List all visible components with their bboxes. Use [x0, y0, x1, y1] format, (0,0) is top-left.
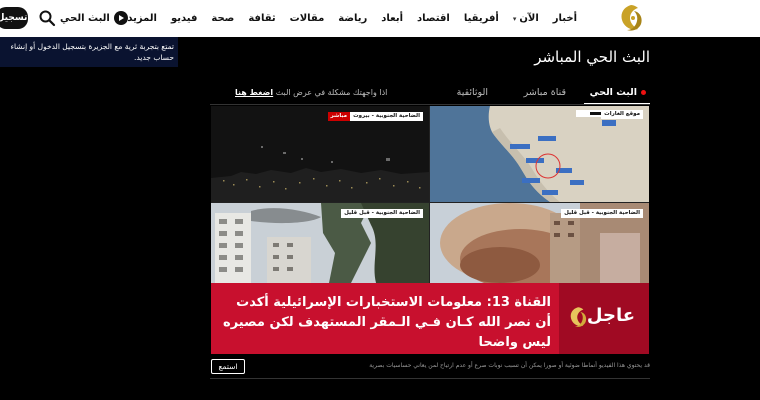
live-dot-icon: [641, 90, 646, 95]
listen-button[interactable]: استمع: [211, 359, 245, 374]
channel-label: مباشر الضاحية الجنوبية - بيروت: [327, 112, 423, 121]
live-badge: مباشر: [327, 112, 351, 121]
main-nav: أخبار الآن▾ أفريقيا اقتصاد أبعاد رياضة م…: [107, 0, 577, 37]
stream-problem-text: اذا واجهتك مشكلة في عرض البث: [275, 88, 388, 97]
live-stream-button[interactable]: البث الحي: [60, 9, 128, 27]
map-title: موقع الغارات: [601, 110, 643, 119]
nav-item-articles[interactable]: مقالات: [290, 13, 325, 24]
nav-item-video[interactable]: فيديو: [171, 13, 197, 24]
strike-locations-map: [430, 106, 649, 202]
top-navbar: أخبار الآن▾ أفريقيا اقتصاد أبعاد رياضة م…: [0, 0, 760, 37]
live-video-player[interactable]: مباشر الضاحية الجنوبية - بيروت موقع الغا…: [211, 106, 649, 354]
nav-item-now[interactable]: الآن▾: [513, 13, 539, 24]
video-quadrant-map: موقع الغارات: [430, 106, 649, 202]
channel-label: الضاحية الجنوبية - قبل قليل: [341, 209, 423, 218]
page: أخبار الآن▾ أفريقيا اقتصاد أبعاد رياضة م…: [0, 0, 760, 400]
chevron-down-icon: ▾: [512, 15, 517, 23]
location-caption: الضاحية الجنوبية - قبل قليل: [341, 209, 423, 218]
tab-mubasher[interactable]: قناة مباشر: [524, 87, 566, 98]
breaking-badge: عاجل: [559, 283, 649, 354]
nav-item-dimensions[interactable]: أبعاد: [381, 13, 403, 24]
tabs-divider: [210, 104, 650, 105]
login-button[interactable]: تسجيل: [0, 7, 28, 29]
click-here-link[interactable]: اضغط هنا: [235, 88, 273, 97]
aljazeera-logo-icon[interactable]: [614, 3, 648, 35]
nav-item-culture[interactable]: ثقافة: [248, 13, 275, 24]
nav-item-economy[interactable]: اقتصاد: [417, 13, 450, 24]
live-stream-label: البث الحي: [60, 12, 110, 24]
search-icon[interactable]: [38, 9, 56, 27]
channel-label: الضاحية الجنوبية - قبل قليل: [561, 209, 643, 218]
seizure-warning: قد يحتوي هذا الفيديو أنماطا ضوئية أو صور…: [369, 362, 650, 369]
location-caption: الضاحية الجنوبية - بيروت: [350, 112, 423, 121]
video-quadrant-building: الضاحية الجنوبية - قبل قليل: [211, 203, 429, 283]
nav-item-news[interactable]: أخبار: [553, 13, 577, 24]
play-icon: [113, 11, 128, 25]
tab-documentary[interactable]: الوثائقية: [457, 87, 488, 98]
map-caption: موقع الغارات: [601, 110, 643, 119]
stream-problem-notice: اذا واجهتك مشكلة في عرض البث اضغط هنا: [235, 88, 387, 97]
breaking-label: عاجل: [586, 305, 635, 326]
tab-live[interactable]: البث الحي: [590, 87, 646, 98]
breaking-news-banner: عاجل القناة 13: معلومات الاستخبارات الإس…: [211, 283, 649, 354]
nav-item-africa[interactable]: أفريقيا: [464, 13, 499, 24]
video-quadrant-smoke: الضاحية الجنوبية - قبل قليل: [430, 203, 649, 283]
video-quadrant-beirut-night: مباشر الضاحية الجنوبية - بيروت: [211, 106, 429, 202]
breaking-headline: القناة 13: معلومات الاستخبارات الإسرائيل…: [223, 295, 551, 350]
nav-item-sports[interactable]: رياضة: [338, 13, 367, 24]
nav-item-health[interactable]: صحة: [211, 13, 234, 24]
location-caption: الضاحية الجنوبية - قبل قليل: [561, 209, 643, 218]
page-title: البث الحي المباشر: [534, 48, 650, 66]
login-prompt-tooltip: تمتع بتجربة ثرية مع الجزيرة بتسجيل الدخو…: [0, 37, 178, 67]
footer-divider: [210, 378, 650, 379]
